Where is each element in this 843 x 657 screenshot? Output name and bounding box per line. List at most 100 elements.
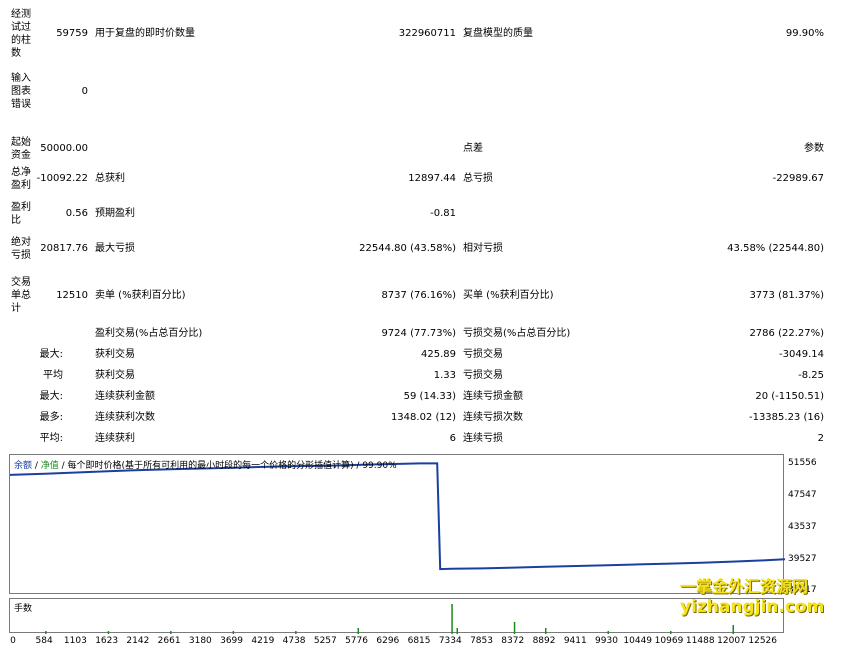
stat-value: 1348.02 (12) xyxy=(390,412,456,423)
stat-value: 12510 xyxy=(56,290,88,301)
y-tick-label: 51556 xyxy=(788,457,817,468)
stat-label: 交易单总计 xyxy=(11,277,31,314)
stat-value: -8.25 xyxy=(798,370,824,381)
stat-label: 亏损交易 xyxy=(463,370,503,381)
stat-label: 用于复盘的即时价数量 xyxy=(95,28,195,39)
x-tick-label: 0 xyxy=(10,636,16,646)
stat-label: 买单 (%获利百分比) xyxy=(463,290,554,301)
stat-label: 复盘模型的质量 xyxy=(463,28,533,39)
volume-bar xyxy=(607,631,609,634)
stat-label: 相对亏损 xyxy=(463,243,503,254)
stat-label: 总获利 xyxy=(95,173,125,184)
stat-label: 连续亏损次数 xyxy=(463,412,523,423)
chart-header-balance: 余额 xyxy=(14,461,33,471)
x-tick-label: 1623 xyxy=(95,636,119,646)
stat-label: 起始资金 xyxy=(11,137,31,161)
stat-value: 3773 (81.37%) xyxy=(749,290,824,301)
x-tick-label: 7853 xyxy=(470,636,493,646)
volume-bar xyxy=(45,631,47,634)
x-tick-label: 6296 xyxy=(376,636,400,646)
stat-label: 盈利比 xyxy=(11,202,31,226)
report-stats: 经测试过的柱数 59759 用于复盘的即时价数量 322960711 复盘模型的质量 99… xyxy=(0,0,843,452)
stat-label: 连续亏损 xyxy=(463,433,503,444)
stat-label: 连续获利次数 xyxy=(95,412,155,423)
x-tick-label: 2142 xyxy=(126,636,150,646)
stat-value: 20817.76 xyxy=(40,243,88,254)
balance-chart-plot: 余额 / 净值 / 每个即时价格(基于所有可利用的最小时段的每一个价格的分形插值… xyxy=(9,454,785,594)
volume-bar xyxy=(295,631,297,634)
stat-value: -0.81 xyxy=(430,208,456,219)
stat-label: 获利交易 xyxy=(95,370,135,381)
balance-chart: 余额 / 净值 / 每个即时价格(基于所有可利用的最小时段的每一个价格的分形插值… xyxy=(9,454,829,657)
stat-label: 连续亏损金额 xyxy=(463,391,523,402)
volume-label: 手数 xyxy=(14,604,33,614)
watermark-line2: yizhangjin.com xyxy=(680,597,825,617)
stat-value: 9724 (77.73%) xyxy=(381,328,456,339)
stat-value: -22989.67 xyxy=(772,173,824,184)
stat-value: 6 xyxy=(449,433,456,444)
volume-plot: 手数 xyxy=(9,598,784,634)
x-tick-label: 1103 xyxy=(63,636,87,646)
stat-value: 12897.44 xyxy=(408,173,456,184)
stat-value: -10092.22 xyxy=(36,173,88,184)
stat-label: 连续获利 xyxy=(95,433,135,444)
y-tick-label: 43537 xyxy=(788,521,817,532)
stat-label: 最大亏损 xyxy=(95,243,135,254)
series-line-0 xyxy=(10,462,785,571)
stat-value: 8737 (76.16%) xyxy=(381,290,456,301)
stat-value: 0 xyxy=(81,86,88,97)
x-tick-label: 3180 xyxy=(188,636,212,646)
stat-value: 59 (14.33) xyxy=(403,391,456,402)
stat-sublabel: 平均 xyxy=(43,370,63,381)
volume-bar xyxy=(451,604,453,634)
x-tick-label: 2661 xyxy=(157,636,181,646)
chart-header-sep: / xyxy=(32,461,41,471)
stat-label: 总亏损 xyxy=(463,173,493,184)
stat-value: 425.89 xyxy=(421,349,456,360)
stat-value: 50000.00 xyxy=(40,143,88,154)
stat-value: 99.90% xyxy=(785,28,824,39)
stat-sublabel: 最大: xyxy=(39,349,63,360)
volume-bar xyxy=(513,622,516,634)
x-tick-label: 12007 xyxy=(717,636,746,646)
x-tick-label: 9411 xyxy=(563,636,587,646)
stat-value: -3049.14 xyxy=(779,349,824,360)
volume-bar xyxy=(357,628,359,634)
stat-label: 卖单 (%获利百分比) xyxy=(95,290,186,301)
y-tick-label: 47547 xyxy=(788,489,817,500)
volume-bar xyxy=(670,631,672,634)
x-tick-label: 8892 xyxy=(532,636,556,646)
x-tick-label: 3699 xyxy=(220,636,244,646)
stat-label: 亏损交易(%占总百分比) xyxy=(463,328,571,339)
stat-value: 参数 xyxy=(804,143,824,154)
stat-value: 0.56 xyxy=(65,208,88,219)
watermark-line1: 一掌金外汇资源网 xyxy=(680,577,809,596)
x-tick-label: 10969 xyxy=(654,636,684,646)
stat-value: 20 (-1150.51) xyxy=(755,391,824,402)
volume-bar xyxy=(732,625,734,634)
x-tick-label: 6815 xyxy=(407,636,431,646)
stat-label: 盈利交易(%占总百分比) xyxy=(95,328,203,339)
stat-value: 43.58% (22544.80) xyxy=(727,243,824,254)
volume-bar xyxy=(107,631,110,634)
chart-header-desc: / 每个即时价格(基于所有可利用的最小时段的每一个价格的分形插值计算) / 99… xyxy=(58,461,397,471)
volume-bar xyxy=(456,628,458,634)
x-tick-label: 5257 xyxy=(313,636,337,646)
stat-label: 亏损交易 xyxy=(463,349,503,360)
stat-sublabel: 平均: xyxy=(39,433,63,444)
stat-label: 经测试过的柱数 xyxy=(11,9,31,59)
x-tick-label: 4738 xyxy=(282,636,306,646)
y-tick-label: 39527 xyxy=(788,553,817,564)
volume-bar xyxy=(232,631,235,634)
stat-value: -13385.23 (16) xyxy=(748,412,824,423)
x-tick-label: 4219 xyxy=(251,636,275,646)
stat-value: 322960711 xyxy=(398,28,456,39)
x-tick-label: 8372 xyxy=(501,636,525,646)
stat-sublabel: 最大: xyxy=(39,391,63,402)
stat-value: 59759 xyxy=(56,28,88,39)
x-tick-label: 5776 xyxy=(345,636,368,646)
stat-value: 2 xyxy=(817,433,824,444)
volume-bar xyxy=(170,631,172,634)
stat-label: 绝对亏损 xyxy=(11,237,31,261)
stat-label: 连续获利金额 xyxy=(95,391,155,402)
